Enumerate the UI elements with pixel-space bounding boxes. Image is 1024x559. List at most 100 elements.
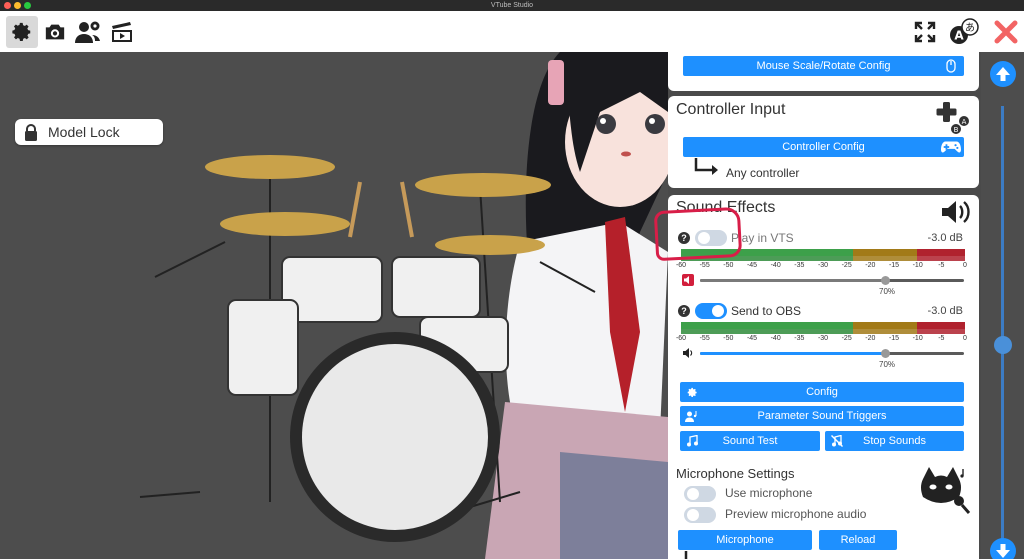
title-bar: VTube Studio: [0, 0, 1024, 11]
play-in-vts-scale-label: -40: [770, 262, 781, 269]
preview-microphone-audio-toggle[interactable]: [684, 507, 716, 523]
microphone-settings-title: Microphone Settings: [676, 466, 795, 481]
use-microphone-toggle[interactable]: [684, 486, 716, 502]
sub-arrow-icon: [694, 158, 718, 175]
stop-sounds-label: Stop Sounds: [863, 435, 926, 447]
controller-input-title: Controller Input: [676, 101, 786, 118]
camera-icon[interactable]: [39, 16, 71, 48]
scroll-thumb[interactable]: [994, 336, 1012, 354]
window-title: VTube Studio: [490, 2, 534, 9]
stop-sounds-button[interactable]: Stop Sounds: [825, 431, 964, 451]
send-to-obs-toggle[interactable]: [695, 303, 727, 319]
controller-device-label: Any controller: [726, 166, 800, 180]
panel-scrollbar[interactable]: [981, 52, 1024, 559]
scroll-up-button[interactable]: [990, 61, 1016, 87]
send-to-obs-scale-label: -40: [770, 335, 781, 342]
scroll-track[interactable]: [1001, 106, 1004, 546]
mouse-scale-rotate-config-button[interactable]: Mouse Scale/Rotate Config: [683, 56, 964, 76]
play-in-vts-scale-label: -20: [865, 262, 876, 269]
send-to-obs-scale-label: -45: [746, 335, 758, 342]
svg-text:A: A: [962, 118, 967, 126]
settings-panel: Mouse Scale/Rotate Config Controller Inp…: [668, 52, 981, 559]
scroll-down-button[interactable]: [990, 538, 1016, 559]
parameter-sound-triggers-label: Parameter Sound Triggers: [757, 410, 887, 422]
sound-config-label: Config: [806, 386, 838, 398]
sub-arrow-icon-2: [684, 551, 688, 559]
reload-button[interactable]: Reload: [819, 530, 897, 550]
send-to-obs-scale: -60 -55 -50 -45 -40 -35 -30 -25 -20 -15 -10 -5 0: [676, 335, 968, 345]
send-to-obs-scale-label: -50: [723, 335, 734, 342]
play-in-vts-scale-label: -30: [817, 262, 829, 269]
send-to-obs-scale-label: -10: [912, 335, 923, 342]
gamepad-buttons-icon: A B: [936, 102, 969, 134]
microphone-button-label: Microphone: [716, 534, 774, 546]
cat-microphone-icon: [921, 467, 971, 514]
annotation-circle: [653, 206, 743, 262]
play-in-vts-volume-fill: [700, 279, 885, 282]
music-off-icon: [829, 433, 845, 449]
send-to-obs-help-icon[interactable]: ?: [678, 305, 690, 317]
language-icon[interactable]: Aあ: [948, 16, 980, 48]
speaker-small-icon[interactable]: [682, 347, 694, 359]
music-note-icon: [684, 433, 700, 449]
parameter-sound-triggers-button[interactable]: Parameter Sound Triggers: [680, 406, 964, 426]
play-in-vts-scale-label: -25: [841, 262, 852, 269]
preview-microphone-audio-label: Preview microphone audio: [725, 507, 867, 521]
speaker-icon: [942, 201, 970, 223]
microphone-button[interactable]: Microphone: [678, 530, 812, 550]
svg-text:B: B: [954, 126, 959, 134]
model-lock-label: Model Lock: [48, 124, 120, 140]
main-toolbar: Aあ: [0, 11, 1024, 52]
play-in-vts-scale-label: -35: [794, 262, 805, 269]
send-to-obs-volume-knob[interactable]: [880, 349, 890, 358]
send-to-obs-scale-label: -35: [794, 335, 805, 342]
arrow-down-icon: [996, 544, 1010, 558]
mouse-icon: [941, 58, 961, 74]
controller-config-button[interactable]: Controller Config: [683, 137, 964, 157]
fullscreen-icon[interactable]: [909, 16, 941, 48]
lock-icon: [25, 123, 37, 141]
send-to-obs-volume-pct: 70%: [879, 360, 896, 369]
send-to-obs-meter: [681, 322, 965, 329]
sound-config-button[interactable]: Config: [680, 382, 964, 402]
muted-speaker-icon[interactable]: [682, 274, 694, 286]
play-in-vts-scale-label: -60: [675, 262, 687, 269]
arrow-up-icon: [996, 67, 1010, 81]
users-settings-icon[interactable]: [73, 16, 105, 48]
play-in-vts-scale-label: -50: [723, 262, 734, 269]
model-lock-button[interactable]: Model Lock: [15, 119, 163, 145]
gear-small-icon: [684, 384, 700, 400]
play-in-vts-db: -3.0 dB: [927, 232, 963, 244]
send-to-obs-meter-2: [681, 329, 965, 334]
controller-input-card: Controller Input A B Controller Config A…: [668, 96, 979, 188]
play-in-vts-scale-label: -15: [888, 262, 900, 269]
svg-text:あ: あ: [965, 22, 975, 34]
gamepad-icon: [941, 139, 961, 155]
play-in-vts-volume-knob[interactable]: [880, 276, 890, 285]
close-icon[interactable]: [990, 16, 1022, 48]
send-to-obs-scale-label: -55: [699, 335, 710, 342]
play-in-vts-scale: -60 -55 -50 -45 -40 -35 -30 -25 -20 -15 -10 -5 0: [675, 262, 968, 272]
sound-test-button[interactable]: Sound Test: [680, 431, 820, 451]
play-in-vts-scale-label: -10: [912, 262, 923, 269]
send-to-obs-scale-label: -30: [817, 335, 829, 342]
gear-icon[interactable]: [6, 16, 38, 48]
play-in-vts-scale-label: -55: [699, 262, 710, 269]
use-microphone-label: Use microphone: [725, 486, 813, 500]
send-to-obs-db: -3.0 dB: [927, 305, 963, 317]
mouse-config-card: Mouse Scale/Rotate Config: [668, 52, 979, 91]
clapperboard-icon[interactable]: [106, 16, 138, 48]
reload-button-label: Reload: [840, 534, 876, 546]
send-to-obs-scale-label: -20: [865, 335, 876, 342]
send-to-obs-scale-label: 0: [963, 335, 967, 342]
play-in-vts-volume-pct: 70%: [879, 287, 896, 296]
mouse-scale-rotate-config-label: Mouse Scale/Rotate Config: [756, 60, 891, 72]
send-to-obs-volume-slider[interactable]: [700, 349, 964, 358]
send-to-obs-scale-label: -15: [888, 335, 900, 342]
play-in-vts-volume-slider[interactable]: [700, 276, 964, 285]
play-in-vts-scale-label: -5: [938, 262, 945, 269]
send-to-obs-scale-label: -5: [938, 335, 945, 342]
send-to-obs-volume-fill: [700, 352, 885, 355]
sound-test-label: Sound Test: [722, 435, 778, 447]
model-viewport[interactable]: Model Lock: [0, 52, 668, 559]
